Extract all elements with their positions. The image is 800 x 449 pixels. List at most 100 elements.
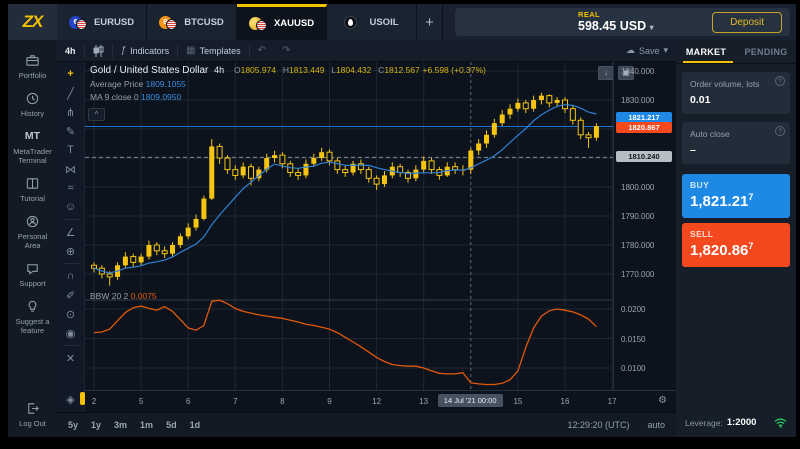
brush-icon[interactable]: ✎	[61, 122, 81, 140]
sell-price: 1,820.86	[690, 242, 748, 259]
help-icon[interactable]: ?	[775, 126, 785, 136]
trendline-icon[interactable]: ╱	[61, 84, 81, 102]
person-icon	[25, 214, 40, 229]
history-icon	[25, 91, 40, 106]
tab-label: XAUUSD	[274, 18, 314, 29]
trash-icon[interactable]: ✕	[61, 349, 81, 367]
emoji-icon[interactable]: ☺	[61, 198, 81, 216]
range-5d[interactable]: 5d	[166, 420, 177, 430]
tab-eurusd[interactable]: € EURUSD	[57, 4, 147, 40]
order-type-tabs: MARKET PENDING	[676, 40, 796, 64]
wave-icon[interactable]: ≈	[61, 179, 81, 197]
balance-value: 598.45	[578, 19, 616, 33]
deposit-button[interactable]: Deposit	[712, 12, 782, 33]
chart-style-button[interactable]	[85, 40, 112, 61]
account-balance[interactable]: REAL 598.45 USD ▾	[578, 10, 654, 33]
app-window: ZX € EURUSD B BTCUSD XAUUSD USOIL + REAL…	[0, 0, 800, 449]
range-3m[interactable]: 3m	[114, 420, 127, 430]
tab-xauusd[interactable]: XAUUSD	[237, 4, 327, 40]
sidebar-item-support[interactable]: Support	[9, 261, 56, 288]
tab-usoil[interactable]: USOIL	[327, 4, 417, 40]
order-volume-value: 0.01	[690, 94, 782, 106]
top-bar: ZX € EURUSD B BTCUSD XAUUSD USOIL + REAL…	[8, 4, 796, 40]
price-axis-label: 1770.000	[621, 270, 654, 279]
sidebar-item-tutorial[interactable]: Tutorial	[9, 176, 56, 203]
gold-coin-icon	[249, 17, 268, 30]
chart-area: 4h ƒ Indicators ▦ Templates ↶ ↷ ☁ Save ▾	[57, 40, 676, 437]
time-axis-label: 9	[319, 397, 341, 406]
bbw-axis-label: 0.0150	[621, 335, 645, 344]
price-axis-label: 1830.000	[621, 96, 654, 105]
tab-label: BTCUSD	[184, 17, 224, 28]
buy-price: 1,821.21	[690, 193, 748, 210]
indicators-button[interactable]: ƒ Indicators	[113, 40, 178, 61]
price-badge: 1820.867	[616, 122, 672, 133]
time-axis[interactable]: ⚙ 256789121315161714 Jul '21 00:00	[85, 390, 676, 412]
redo-button[interactable]: ↷	[274, 40, 298, 61]
crosshair-icon[interactable]: +	[61, 65, 81, 83]
price-axis-label: 1780.000	[621, 241, 654, 250]
save-caret-icon[interactable]: ▾	[663, 45, 668, 56]
price-badge: 1810.240	[616, 151, 672, 162]
range-5y[interactable]: 5y	[68, 420, 78, 430]
collapse-legend-button[interactable]: ^	[88, 108, 105, 121]
arrow-down-icon: ↓	[604, 68, 608, 77]
tab-btcusd[interactable]: B BTCUSD	[147, 4, 237, 40]
eur-flag-icon: €	[69, 16, 88, 29]
tab-pending[interactable]: PENDING	[736, 40, 796, 63]
time-axis-label: 12	[366, 397, 388, 406]
text-tool-icon[interactable]: T	[61, 141, 81, 159]
leverage-row: Leverage: 1:2000	[676, 417, 796, 437]
crosshair-time-badge: 14 Jul '21 00:00	[438, 394, 503, 407]
pitchfork-icon[interactable]: ⋔	[61, 103, 81, 121]
sell-button[interactable]: SELL 1,820.867	[682, 223, 790, 267]
sidebar-item-suggest-feature[interactable]: Suggest a feature	[9, 299, 56, 335]
buy-button[interactable]: BUY 1,821.217	[682, 174, 790, 218]
oil-drop-icon	[344, 16, 363, 29]
order-volume-field[interactable]: ? Order volume, lots 0.01	[682, 72, 790, 114]
undo-icon: ↶	[258, 45, 266, 56]
zoom-in-icon[interactable]: ⊕	[61, 242, 81, 260]
time-axis-label: 13	[413, 397, 435, 406]
eye-icon[interactable]: ◉	[61, 324, 81, 342]
draw-icon[interactable]: ✐	[61, 286, 81, 304]
pattern-icon[interactable]: ⋈	[61, 160, 81, 178]
connection-signal-icon	[774, 417, 787, 428]
range-1m[interactable]: 1m	[140, 420, 153, 430]
favorites-icon[interactable]: ◈	[61, 390, 81, 408]
save-button[interactable]: Save	[639, 46, 660, 56]
book-icon	[25, 176, 40, 191]
tab-label: EURUSD	[94, 17, 134, 28]
range-1d[interactable]: 1d	[190, 420, 201, 430]
broker-logo[interactable]: ZX	[8, 4, 57, 40]
measure-icon[interactable]: ∠	[61, 223, 81, 241]
tab-market[interactable]: MARKET	[676, 40, 736, 63]
lock-icon[interactable]: ⊙	[61, 305, 81, 323]
help-icon[interactable]: ?	[775, 76, 785, 86]
sidebar-item-personal-area[interactable]: Personal Area	[9, 214, 56, 250]
scroll-to-recent-button[interactable]: ↓	[598, 66, 614, 80]
time-axis-label: 16	[554, 397, 576, 406]
sidebar-item-portfolio[interactable]: Portfolio	[9, 53, 56, 80]
sidebar-item-logout[interactable]: Log Out	[9, 401, 56, 428]
price-axis-label: 1840.000	[621, 67, 654, 76]
price-axis[interactable]: 1840.0001830.0001800.0001790.0001780.000…	[613, 62, 676, 390]
time-axis-label: 8	[271, 397, 293, 406]
auto-close-field[interactable]: ? Auto close –	[682, 122, 790, 164]
chart-plot[interactable]: Gold / United States Dollar 4h O1805.974…	[85, 62, 613, 390]
price-axis-label: 1800.000	[621, 183, 654, 192]
templates-button[interactable]: ▦ Templates	[178, 40, 248, 61]
sidebar-item-history[interactable]: History	[9, 91, 56, 118]
trade-panel: MARKET PENDING ? Order volume, lots 0.01…	[676, 40, 796, 437]
magnet-icon[interactable]: ∩	[61, 267, 81, 285]
cloud-icon: ☁	[626, 45, 635, 56]
undo-button[interactable]: ↶	[250, 40, 274, 61]
timeframe-button[interactable]: 4h	[57, 40, 84, 61]
timezone-auto-button[interactable]: auto	[647, 420, 665, 430]
range-1y[interactable]: 1y	[91, 420, 101, 430]
sidebar-item-metatrader[interactable]: MT MetaTrader Terminal	[9, 129, 56, 165]
add-instrument-button[interactable]: +	[417, 4, 443, 40]
gear-icon[interactable]: ⚙	[658, 395, 667, 406]
account-area: REAL 598.45 USD ▾ Deposit	[455, 8, 790, 36]
account-type-badge: REAL	[578, 10, 654, 19]
